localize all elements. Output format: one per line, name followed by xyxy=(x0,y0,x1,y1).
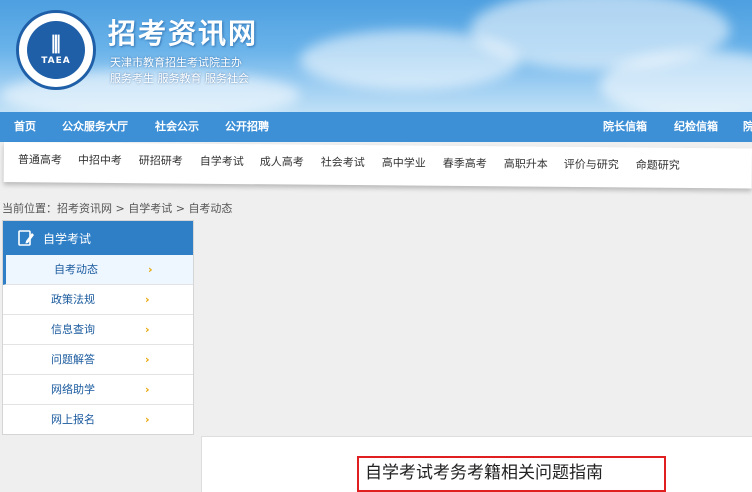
nav-public-recruitment[interactable]: 公开招聘 xyxy=(225,112,269,142)
nav-public-service-hall[interactable]: 公众服务大厅 xyxy=(62,112,128,142)
subnav-zhongkao[interactable]: 中招中考 xyxy=(78,143,122,179)
sidebar-item-label: 问题解答 xyxy=(51,353,95,366)
subnav-self-study-exam[interactable]: 自学考试 xyxy=(200,144,244,180)
sidebar-header: 自学考试 xyxy=(3,221,193,255)
logo-emblem: ⫼ TAEA xyxy=(27,21,85,79)
breadcrumb-separator: > xyxy=(172,202,189,215)
sidebar-item-info-query[interactable]: 信息查询 › xyxy=(3,315,193,345)
sidebar-item-online-assistance[interactable]: 网络助学 › xyxy=(3,375,193,405)
subnav-proposition-research[interactable]: 命题研究 xyxy=(636,148,680,184)
breadcrumb-separator: > xyxy=(112,202,129,215)
site-title[interactable]: 招考资讯网 xyxy=(108,12,258,52)
pencil-icon xyxy=(17,229,35,247)
sidebar-item-label: 自考动态 xyxy=(54,263,98,276)
logo-mark-icon: ⫼ xyxy=(51,32,61,56)
article-title[interactable]: 自学考试考务考籍相关问题指南 xyxy=(357,456,666,492)
sidebar-item-label: 政策法规 xyxy=(51,293,95,306)
sidebar-item-label: 网上报名 xyxy=(51,413,95,426)
breadcrumb-prefix: 当前位置： xyxy=(2,202,57,215)
sidebar-item-label: 网络助学 xyxy=(51,383,95,396)
sidebar-item-faq[interactable]: 问题解答 › xyxy=(3,345,193,375)
subnav-general-gaokao[interactable]: 普通高考 xyxy=(18,142,62,178)
chevron-right-icon: › xyxy=(145,383,150,396)
org-name: 天津市教育招生考试院主办 xyxy=(110,56,242,69)
site-slogan: 服务考生 服务教育 服务社会 xyxy=(110,72,249,85)
breadcrumb-link-home[interactable]: 招考资讯网 xyxy=(57,202,112,215)
nav-discipline-mailbox[interactable]: 纪检信箱 xyxy=(674,112,718,142)
header-banner: ⫼ TAEA 招考资讯网 天津市教育招生考试院主办 服务考生 服务教育 服务社会 xyxy=(0,0,752,112)
sidebar: 自学考试 自考动态 › 政策法规 › 信息查询 › 问题解答 › 网络助学 › … xyxy=(2,220,194,435)
subnav-evaluation-research[interactable]: 评价与研究 xyxy=(564,147,619,183)
breadcrumb-link-self-study[interactable]: 自学考试 xyxy=(128,202,172,215)
nav-president-mailbox[interactable]: 院长信箱 xyxy=(603,112,647,142)
nav-home[interactable]: 首页 xyxy=(14,112,36,142)
subnav-adult-gaokao[interactable]: 成人高考 xyxy=(260,144,304,180)
subnav-high-school-academic[interactable]: 高中学业 xyxy=(382,145,426,181)
subnav-spring-gaokao[interactable]: 春季高考 xyxy=(443,146,487,182)
sidebar-item-label: 信息查询 xyxy=(51,323,95,336)
breadcrumb-link-current[interactable]: 自考动态 xyxy=(188,202,232,215)
sidebar-item-self-study-news[interactable]: 自考动态 › xyxy=(3,255,193,285)
subnav-social-exam[interactable]: 社会考试 xyxy=(321,145,365,181)
chevron-right-icon: › xyxy=(145,323,150,336)
chevron-right-icon: › xyxy=(148,263,153,276)
subnav-graduate-exam[interactable]: 研招研考 xyxy=(139,143,183,179)
chevron-right-icon: › xyxy=(145,293,150,306)
sidebar-item-policies[interactable]: 政策法规 › xyxy=(3,285,193,315)
breadcrumb: 当前位置：招考资讯网 > 自学考试 > 自考动态 xyxy=(2,200,232,216)
secondary-nav: 普通高考 中招中考 研招研考 自学考试 成人高考 社会考试 高中学业 春季高考 … xyxy=(3,142,752,189)
primary-nav: 首页 公众服务大厅 社会公示 公开招聘 院长信箱 纪检信箱 院 xyxy=(0,112,752,142)
chevron-right-icon: › xyxy=(145,353,150,366)
chevron-right-icon: › xyxy=(145,413,150,426)
sidebar-item-online-registration[interactable]: 网上报名 › xyxy=(3,405,193,435)
content-panel: 自学考试考务考籍相关问题指南 xyxy=(201,436,752,492)
site-logo[interactable]: ⫼ TAEA xyxy=(16,10,96,90)
nav-more[interactable]: 院 xyxy=(743,112,752,142)
subnav-vocational-upgrade[interactable]: 高职升本 xyxy=(504,146,548,182)
nav-public-notice[interactable]: 社会公示 xyxy=(155,112,199,142)
sidebar-title: 自学考试 xyxy=(43,231,92,246)
logo-abbr: TAEA xyxy=(41,56,71,66)
